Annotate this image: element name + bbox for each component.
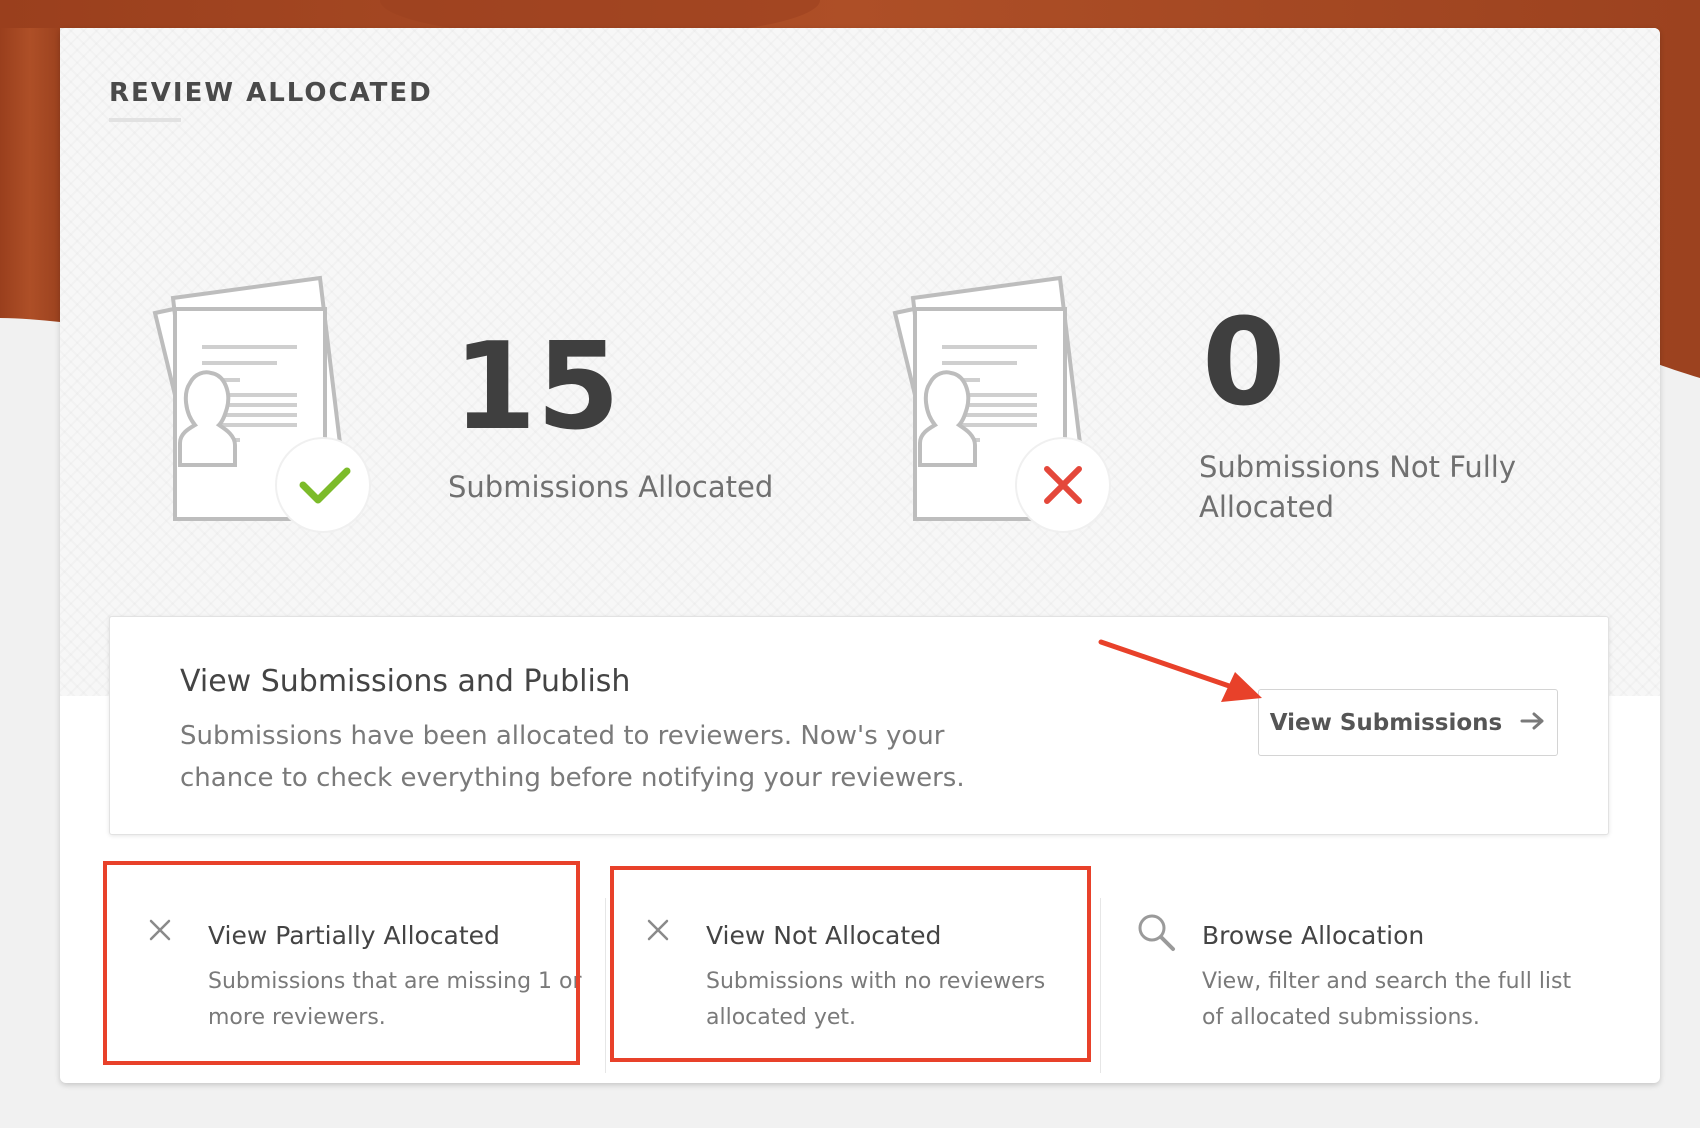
publish-description: Submissions have been allocated to revie… xyxy=(180,721,965,793)
view-not-allocated-option[interactable]: View Not Allocated Submissions with no r… xyxy=(646,898,1106,1078)
publish-panel: View Submissions and Publish Submissions… xyxy=(109,616,1609,835)
search-icon xyxy=(1136,912,1176,956)
option-description: Submissions that are missing 1 or more r… xyxy=(208,969,582,1030)
arrow-right-icon xyxy=(1520,711,1546,735)
document-cross-illustration xyxy=(892,275,1111,533)
publish-title: View Submissions and Publish xyxy=(180,664,631,699)
close-icon xyxy=(646,918,670,946)
review-allocated-card: REVIEW ALLOCATED 15 Submissions Allocate… xyxy=(60,28,1660,1083)
browse-allocation-option[interactable]: Browse Allocation View, filter and searc… xyxy=(1136,898,1596,1078)
view-submissions-button[interactable]: View Submissions xyxy=(1258,689,1558,756)
not-allocated-label: Submissions Not Fully Allocated xyxy=(1199,450,1517,524)
option-description: View, filter and search the full list of… xyxy=(1202,969,1572,1030)
close-icon xyxy=(148,918,172,946)
option-title: Browse Allocation xyxy=(1202,921,1425,950)
page-title: REVIEW ALLOCATED xyxy=(109,78,433,108)
not-allocated-count: 0 xyxy=(1202,294,1286,433)
allocated-label: Submissions Allocated xyxy=(448,470,774,504)
divider xyxy=(605,898,606,1073)
divider xyxy=(1100,898,1101,1073)
option-title: View Not Allocated xyxy=(706,921,942,950)
title-underline xyxy=(109,118,181,122)
allocated-count: 15 xyxy=(453,318,620,457)
view-partially-allocated-option[interactable]: View Partially Allocated Submissions tha… xyxy=(148,898,608,1078)
option-description: Submissions with no reviewers allocated … xyxy=(706,969,1046,1030)
document-check-illustration xyxy=(152,275,371,533)
view-submissions-label: View Submissions xyxy=(1269,709,1503,736)
option-title: View Partially Allocated xyxy=(208,921,500,950)
